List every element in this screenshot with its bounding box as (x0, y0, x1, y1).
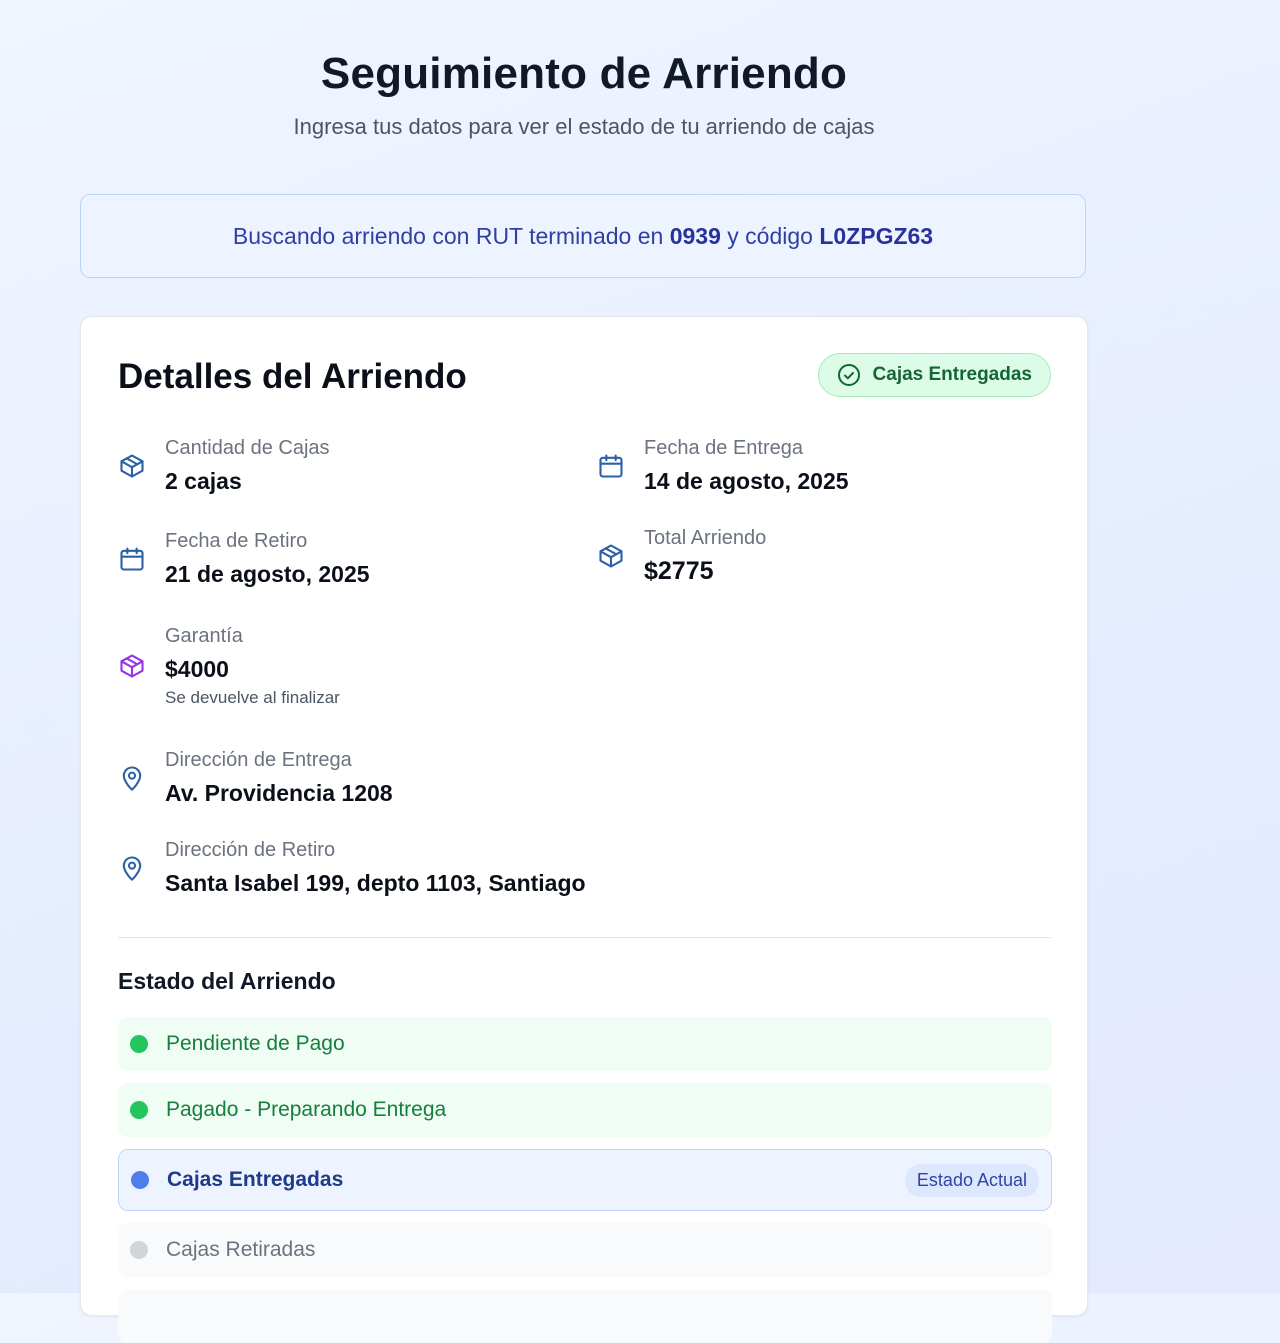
delivery-address-value: Av. Providencia 1208 (165, 780, 393, 806)
deposit-label: Garantía (165, 625, 243, 647)
step-label: Cajas Retiradas (166, 1238, 316, 1261)
calendar-icon (118, 545, 146, 573)
delivery-date-value: 14 de agosto, 2025 (644, 468, 849, 494)
timeline-step-next (118, 1289, 1052, 1343)
box-count-value: 2 cajas (165, 468, 242, 494)
step-label: Cajas Entregadas (167, 1168, 344, 1191)
check-circle-icon (837, 363, 861, 387)
detail-pickup-date: Fecha de Retiro 21 de agosto, 2025 (118, 528, 370, 590)
details-title: Detalles del Arriendo (118, 357, 467, 396)
map-pin-icon (118, 764, 146, 792)
pickup-address-value: Santa Isabel 199, depto 1103, Santiago (165, 870, 586, 896)
package-icon (118, 652, 146, 680)
step-status-dot (130, 1035, 148, 1053)
step-label: Pendiente de Pago (166, 1032, 345, 1055)
map-pin-icon (118, 854, 146, 882)
status-badge-label: Cajas Entregadas (872, 364, 1032, 385)
package-icon (118, 452, 146, 480)
timeline-step-delivered: Cajas Entregadas Estado Actual (118, 1149, 1052, 1211)
detail-total: Total Arriendo $2775 (597, 525, 766, 587)
detail-delivery-date: Fecha de Entrega 14 de agosto, 2025 (597, 435, 849, 497)
deposit-note: Se devuelve al finalizar (165, 688, 340, 707)
step-status-dot (131, 1171, 149, 1189)
total-value: $2775 (644, 557, 714, 585)
delivery-date-label: Fecha de Entrega (644, 437, 803, 459)
step-status-dot (130, 1101, 148, 1119)
detail-delivery-address: Dirección de Entrega Av. Providencia 120… (118, 747, 393, 809)
step-status-dot (130, 1241, 148, 1259)
detail-box-count: Cantidad de Cajas 2 cajas (118, 435, 330, 497)
pickup-date-value: 21 de agosto, 2025 (165, 561, 370, 587)
search-prefix: Buscando arriendo con RUT terminado en (232, 222, 664, 249)
rut-suffix: 0939 (669, 222, 721, 249)
timeline-step-paid: Pagado - Preparando Entrega (118, 1083, 1052, 1137)
search-connector: y código (727, 222, 813, 249)
calendar-icon (597, 452, 625, 480)
current-status-tag: Estado Actual (904, 1163, 1039, 1197)
pickup-date-label: Fecha de Retiro (165, 530, 308, 552)
timeline-title: Estado del Arriendo (118, 968, 336, 994)
pickup-address-label: Dirección de Retiro (165, 839, 336, 861)
total-label: Total Arriendo (644, 527, 767, 549)
package-icon (597, 542, 625, 570)
delivery-address-label: Dirección de Entrega (165, 749, 352, 771)
timeline-step-pending-payment: Pendiente de Pago (118, 1017, 1052, 1071)
rental-details-card: Detalles del Arriendo Cajas Entregadas C… (80, 316, 1088, 1343)
page-subtitle: Ingresa tus datos para ver el estado de … (293, 114, 875, 139)
page-title: Seguimiento de Arriendo (320, 49, 848, 98)
step-label: Pagado - Preparando Entrega (166, 1098, 447, 1121)
section-divider (118, 937, 1051, 938)
rental-code: L0ZPGZ63 (819, 222, 934, 249)
search-info-banner: Buscando arriendo con RUT terminado en 0… (80, 194, 1086, 278)
deposit-value: $4000 (165, 656, 229, 682)
detail-pickup-address: Dirección de Retiro Santa Isabel 199, de… (118, 837, 586, 899)
box-count-label: Cantidad de Cajas (165, 437, 330, 459)
page-header: Seguimiento de Arriendo Ingresa tus dato… (80, 44, 1088, 142)
detail-deposit: Garantía $4000 Se devuelve al finalizar (118, 623, 340, 709)
timeline-step-picked-up: Cajas Retiradas (118, 1223, 1052, 1277)
status-badge: Cajas Entregadas (817, 353, 1051, 397)
